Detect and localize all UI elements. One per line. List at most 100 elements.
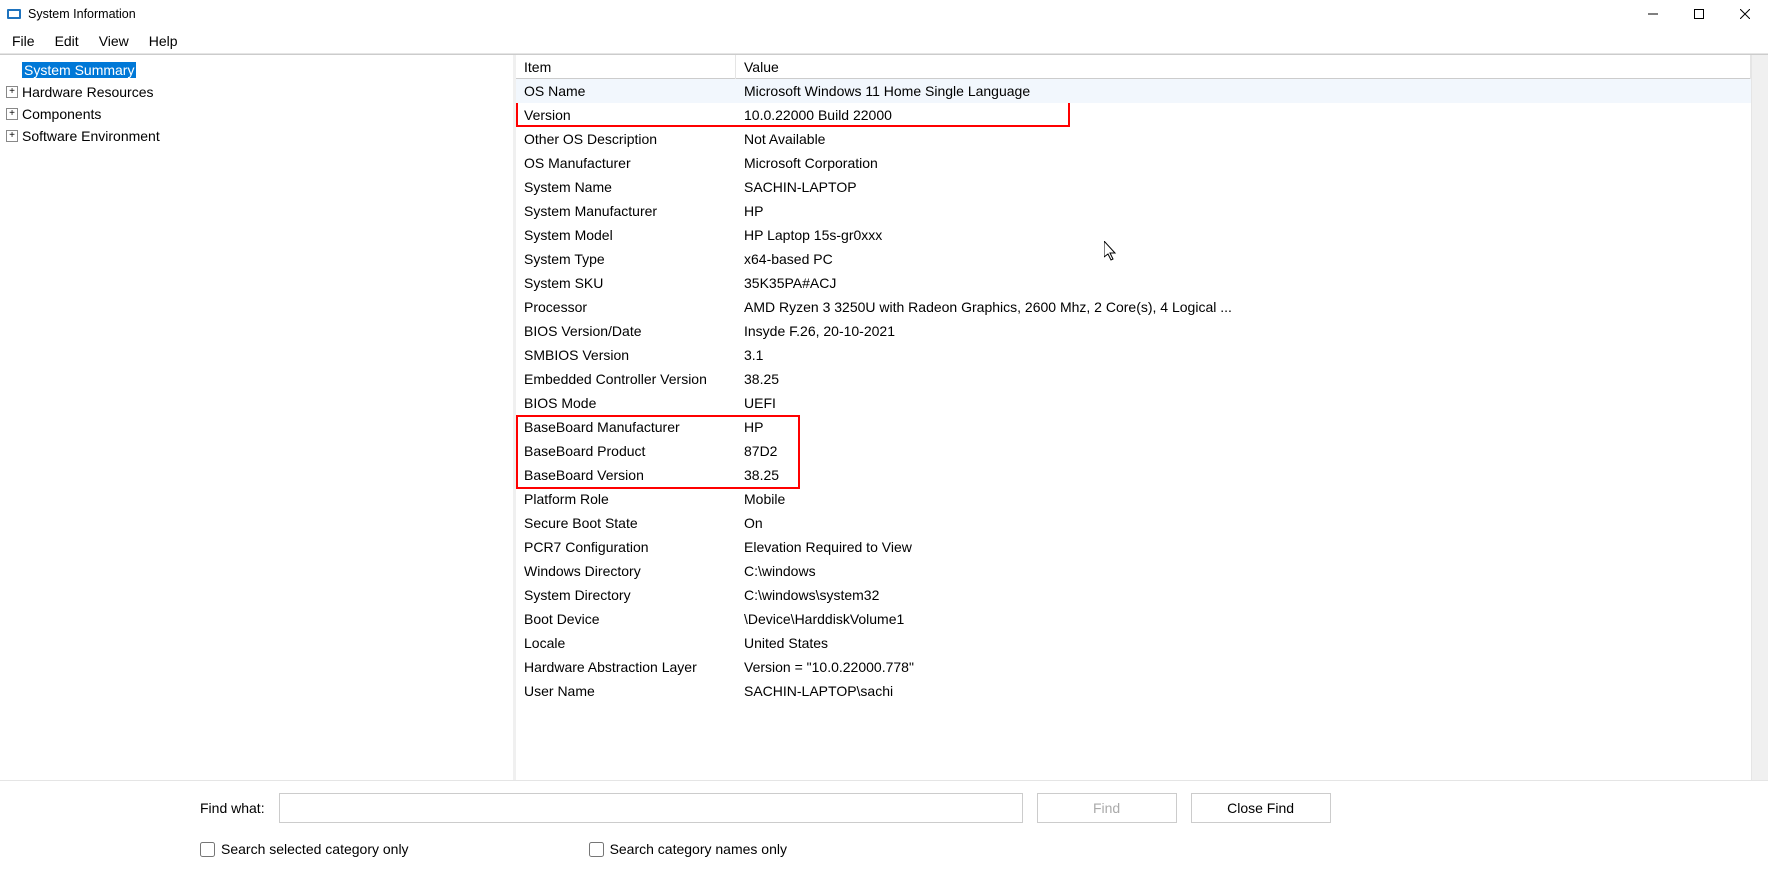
menu-view[interactable]: View bbox=[89, 29, 139, 53]
row-item-value: Insyde F.26, 20-10-2021 bbox=[736, 323, 1751, 339]
row-item-name: Boot Device bbox=[516, 611, 736, 627]
tree-expand-icon[interactable]: + bbox=[6, 108, 18, 120]
table-row[interactable]: Version10.0.22000 Build 22000 bbox=[516, 103, 1751, 127]
row-item-value: United States bbox=[736, 635, 1751, 651]
row-item-name: OS Name bbox=[516, 83, 736, 99]
row-item-value: SACHIN-LAPTOP\sachi bbox=[736, 683, 1751, 699]
table-row[interactable]: PCR7 ConfigurationElevation Required to … bbox=[516, 535, 1751, 559]
close-find-button[interactable]: Close Find bbox=[1191, 793, 1331, 823]
row-item-name: BaseBoard Version bbox=[516, 467, 736, 483]
menu-edit[interactable]: Edit bbox=[45, 29, 89, 53]
grid-header: Item Value bbox=[516, 55, 1751, 79]
find-button[interactable]: Find bbox=[1037, 793, 1177, 823]
search-selected-only-check[interactable]: Search selected category only bbox=[200, 841, 409, 857]
table-row[interactable]: LocaleUnited States bbox=[516, 631, 1751, 655]
row-item-name: Version bbox=[516, 107, 736, 123]
row-item-value: 38.25 bbox=[736, 371, 1751, 387]
content-area: System Summary + Hardware Resources + Co… bbox=[0, 54, 1768, 780]
tree-pane[interactable]: System Summary + Hardware Resources + Co… bbox=[0, 55, 516, 780]
tree-system-summary[interactable]: System Summary bbox=[2, 59, 511, 81]
maximize-button[interactable] bbox=[1676, 0, 1722, 28]
window-title-text: System Information bbox=[28, 7, 136, 21]
minimize-button[interactable] bbox=[1630, 0, 1676, 28]
table-row[interactable]: OS NameMicrosoft Windows 11 Home Single … bbox=[516, 79, 1751, 103]
row-item-value: C:\windows bbox=[736, 563, 1751, 579]
table-row[interactable]: System NameSACHIN-LAPTOP bbox=[516, 175, 1751, 199]
row-item-name: System Directory bbox=[516, 587, 736, 603]
row-item-name: System Manufacturer bbox=[516, 203, 736, 219]
table-row[interactable]: Other OS DescriptionNot Available bbox=[516, 127, 1751, 151]
row-item-name: System SKU bbox=[516, 275, 736, 291]
column-header-value[interactable]: Value bbox=[736, 55, 1751, 79]
table-row[interactable]: BaseBoard ManufacturerHP bbox=[516, 415, 1751, 439]
tree-hardware-resources[interactable]: + Hardware Resources bbox=[2, 81, 511, 103]
row-item-name: BaseBoard Product bbox=[516, 443, 736, 459]
row-item-name: OS Manufacturer bbox=[516, 155, 736, 171]
row-item-name: BaseBoard Manufacturer bbox=[516, 419, 736, 435]
table-row[interactable]: BaseBoard Version38.25 bbox=[516, 463, 1751, 487]
table-row[interactable]: Windows DirectoryC:\windows bbox=[516, 559, 1751, 583]
row-item-value: Not Available bbox=[736, 131, 1751, 147]
vertical-scrollbar[interactable] bbox=[1751, 55, 1768, 780]
checkbox-icon[interactable] bbox=[200, 842, 215, 857]
table-row[interactable]: System ModelHP Laptop 15s-gr0xxx bbox=[516, 223, 1751, 247]
titlebar[interactable]: System Information bbox=[0, 0, 1768, 28]
table-row[interactable]: Platform RoleMobile bbox=[516, 487, 1751, 511]
table-row[interactable]: SMBIOS Version3.1 bbox=[516, 343, 1751, 367]
tree-item-label: Hardware Resources bbox=[22, 84, 154, 100]
find-bar: Find what: Find Close Find Search select… bbox=[0, 780, 1768, 876]
menu-help[interactable]: Help bbox=[139, 29, 188, 53]
tree-expand-icon[interactable]: + bbox=[6, 86, 18, 98]
table-row[interactable]: Hardware Abstraction LayerVersion = "10.… bbox=[516, 655, 1751, 679]
row-item-value: Version = "10.0.22000.778" bbox=[736, 659, 1751, 675]
tree-expand-icon[interactable]: + bbox=[6, 130, 18, 142]
row-item-name: User Name bbox=[516, 683, 736, 699]
table-row[interactable]: BaseBoard Product87D2 bbox=[516, 439, 1751, 463]
table-row[interactable]: Boot Device\Device\HarddiskVolume1 bbox=[516, 607, 1751, 631]
table-row[interactable]: Secure Boot StateOn bbox=[516, 511, 1751, 535]
tree-software-environment[interactable]: + Software Environment bbox=[2, 125, 511, 147]
row-item-value: \Device\HarddiskVolume1 bbox=[736, 611, 1751, 627]
row-item-name: SMBIOS Version bbox=[516, 347, 736, 363]
row-item-name: Embedded Controller Version bbox=[516, 371, 736, 387]
row-item-name: Hardware Abstraction Layer bbox=[516, 659, 736, 675]
table-row[interactable]: User NameSACHIN-LAPTOP\sachi bbox=[516, 679, 1751, 703]
app-icon bbox=[6, 6, 22, 22]
row-item-value: AMD Ryzen 3 3250U with Radeon Graphics, … bbox=[736, 299, 1751, 315]
tree-components[interactable]: + Components bbox=[2, 103, 511, 125]
menu-file[interactable]: File bbox=[2, 29, 45, 53]
row-item-value: Microsoft Corporation bbox=[736, 155, 1751, 171]
table-row[interactable]: System DirectoryC:\windows\system32 bbox=[516, 583, 1751, 607]
tree-item-label: Software Environment bbox=[22, 128, 160, 144]
checkbox-icon[interactable] bbox=[589, 842, 604, 857]
row-item-value: C:\windows\system32 bbox=[736, 587, 1751, 603]
row-item-value: Microsoft Windows 11 Home Single Languag… bbox=[736, 83, 1751, 99]
details-grid[interactable]: Item Value OS NameMicrosoft Windows 11 H… bbox=[516, 55, 1751, 780]
table-row[interactable]: OS ManufacturerMicrosoft Corporation bbox=[516, 151, 1751, 175]
table-row[interactable]: System ManufacturerHP bbox=[516, 199, 1751, 223]
row-item-name: Locale bbox=[516, 635, 736, 651]
row-item-value: HP bbox=[736, 419, 1751, 435]
table-row[interactable]: BIOS ModeUEFI bbox=[516, 391, 1751, 415]
menubar: File Edit View Help bbox=[0, 28, 1768, 54]
table-row[interactable]: System SKU35K35PA#ACJ bbox=[516, 271, 1751, 295]
row-item-value: On bbox=[736, 515, 1751, 531]
row-item-name: Processor bbox=[516, 299, 736, 315]
row-item-name: System Model bbox=[516, 227, 736, 243]
row-item-name: BIOS Mode bbox=[516, 395, 736, 411]
row-item-name: PCR7 Configuration bbox=[516, 539, 736, 555]
search-names-only-check[interactable]: Search category names only bbox=[589, 841, 787, 857]
table-row[interactable]: System Typex64-based PC bbox=[516, 247, 1751, 271]
row-item-value: 3.1 bbox=[736, 347, 1751, 363]
system-information-window: System Information File Edit View Help S… bbox=[0, 0, 1768, 876]
tree-item-label: Components bbox=[22, 106, 101, 122]
row-item-value: 87D2 bbox=[736, 443, 1751, 459]
close-button[interactable] bbox=[1722, 0, 1768, 28]
details-pane: Item Value OS NameMicrosoft Windows 11 H… bbox=[516, 55, 1768, 780]
table-row[interactable]: BIOS Version/DateInsyde F.26, 20-10-2021 bbox=[516, 319, 1751, 343]
column-header-item[interactable]: Item bbox=[516, 55, 736, 79]
find-input[interactable] bbox=[279, 793, 1023, 823]
row-item-value: Mobile bbox=[736, 491, 1751, 507]
table-row[interactable]: ProcessorAMD Ryzen 3 3250U with Radeon G… bbox=[516, 295, 1751, 319]
table-row[interactable]: Embedded Controller Version38.25 bbox=[516, 367, 1751, 391]
